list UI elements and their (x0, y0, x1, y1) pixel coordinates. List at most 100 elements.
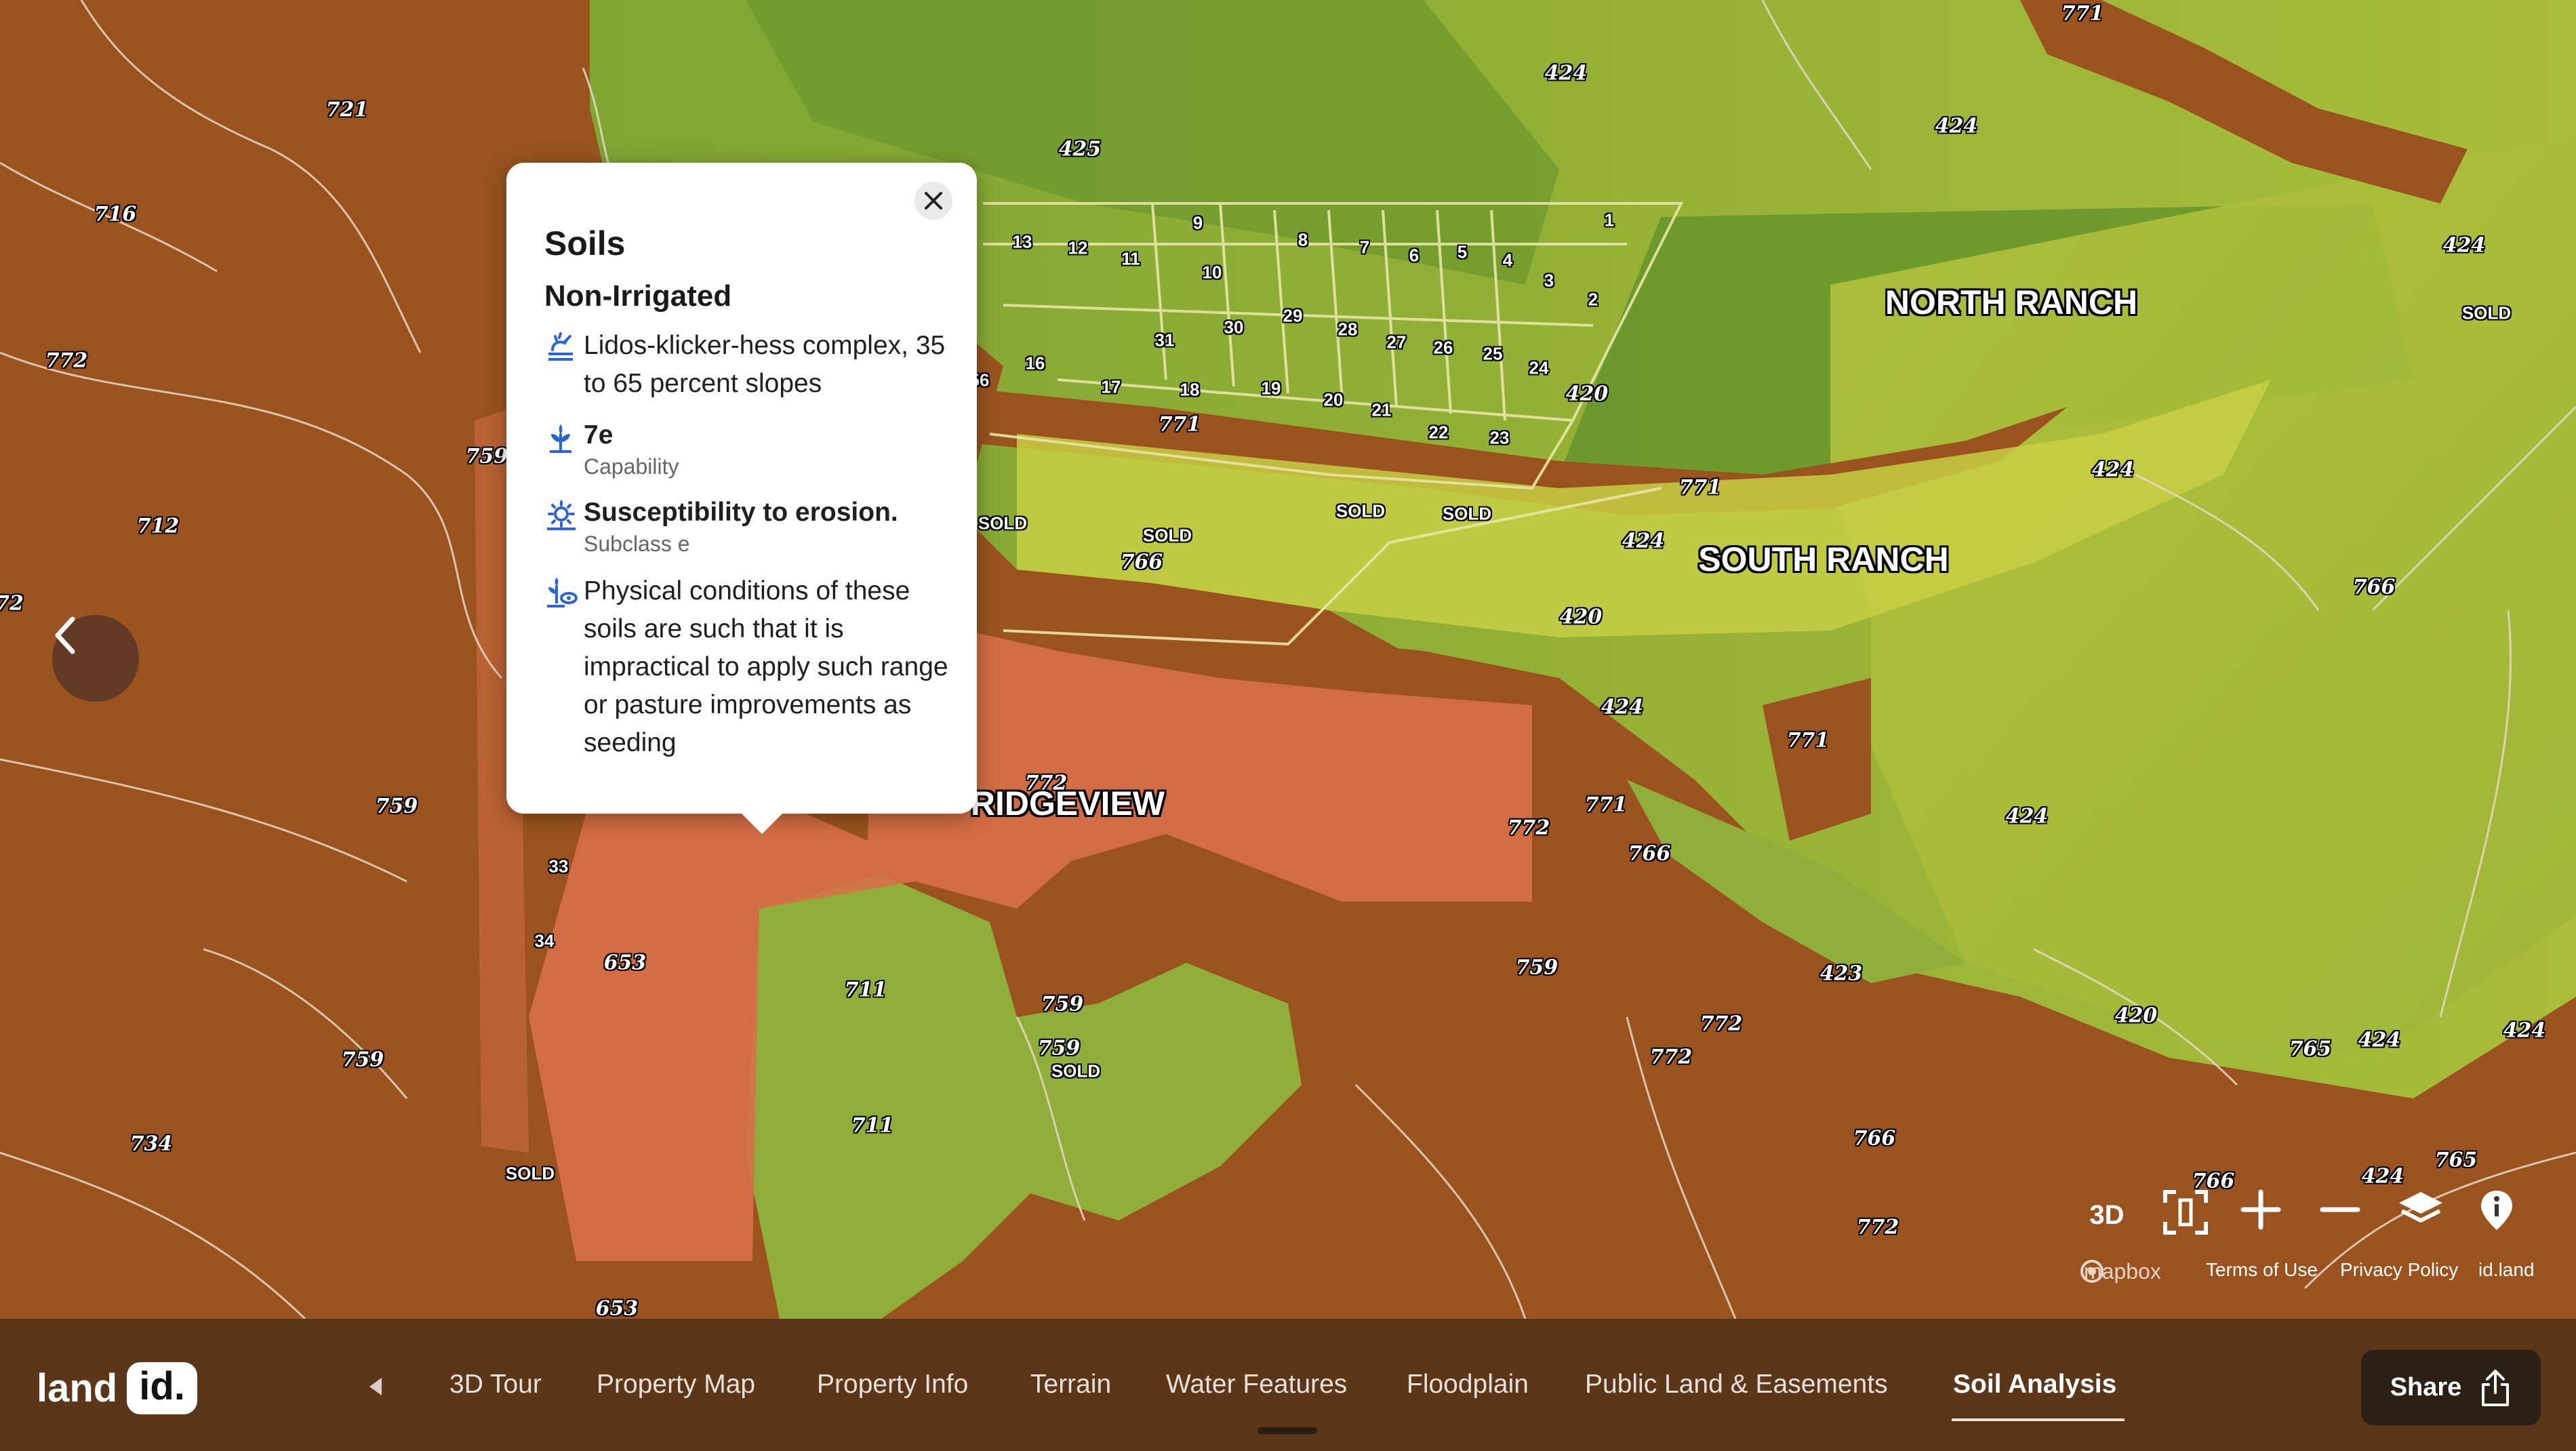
soil-label[interactable]: 759 (466, 445, 508, 469)
sold-label: SOLD (978, 513, 1028, 534)
soil-label[interactable]: 420 (2115, 1004, 2158, 1028)
tab-property-info[interactable]: Property Info (817, 1370, 968, 1399)
sold-label: SOLD (1335, 500, 1386, 521)
soil-label[interactable]: 424 (1622, 530, 1665, 553)
soil-label[interactable]: 759 (342, 1048, 384, 1072)
soil-label[interactable]: 771 (1159, 413, 1201, 437)
land-id-logo[interactable]: land id. (37, 1356, 197, 1420)
soil-label[interactable]: 424 (1601, 696, 1644, 719)
soil-label[interactable]: 425 (1059, 138, 1102, 161)
lot-label: 5 (1457, 241, 1468, 262)
active-tab-indicator (1952, 1418, 2125, 1421)
lot-label: 30 (1224, 317, 1244, 338)
soil-layers-icon (548, 332, 573, 361)
zoom-out-button[interactable] (2318, 1188, 2373, 1242)
fit-bounds-button[interactable] (2161, 1188, 2215, 1242)
soil-label[interactable]: 721 (326, 98, 369, 122)
close-popup-button[interactable] (914, 182, 952, 220)
soil-label[interactable]: 772 (1025, 772, 1068, 795)
soil-label[interactable]: 771 (1787, 729, 1830, 753)
lot-label: 31 (1154, 330, 1175, 351)
site-link[interactable]: id.land (2478, 1259, 2535, 1281)
info-pin-icon (2481, 1191, 2512, 1230)
close-icon (925, 192, 942, 210)
soil-label[interactable]: 759 (376, 795, 418, 818)
soil-label[interactable]: 424 (2092, 458, 2135, 482)
soil-label[interactable]: 420 (1560, 605, 1603, 629)
description-row: Physical conditions of these soils are s… (544, 572, 950, 762)
area-label-ridgeview: RIDGEVIEW (970, 784, 1165, 822)
3d-toggle-button[interactable]: 3D (2085, 1193, 2129, 1237)
erosion-subclass: Subclass e (584, 532, 690, 556)
soil-label[interactable]: 765 (2289, 1037, 2332, 1061)
soil-label[interactable]: 424 (1545, 62, 1588, 85)
previous-view-button[interactable] (52, 615, 139, 702)
soil-label[interactable]: 771 (1679, 476, 1722, 500)
privacy-link[interactable]: Privacy Policy (2340, 1259, 2458, 1281)
soil-label[interactable]: 771 (1585, 793, 1628, 817)
tab-soil-analysis[interactable]: Soil Analysis (1953, 1370, 2116, 1399)
lot-label: 33 (548, 856, 569, 877)
soil-label[interactable]: 759 (1516, 956, 1558, 980)
soil-label[interactable]: 766 (1121, 551, 1163, 574)
soil-label[interactable]: 424 (2358, 1029, 2401, 1052)
mapbox-attribution[interactable]: mapbox (2080, 1259, 2161, 1284)
soil-label[interactable]: 759 (1041, 993, 1084, 1016)
soil-label[interactable]: 72 (0, 592, 24, 616)
soil-label[interactable]: 424 (1935, 115, 1978, 138)
soil-label[interactable]: 772 (45, 349, 88, 373)
lot-label: 7 (1359, 237, 1370, 258)
capability-label: Capability (584, 454, 679, 479)
soil-label[interactable]: 424 (2443, 234, 2486, 258)
soil-label[interactable]: 420 (1566, 382, 1609, 406)
soil-label[interactable]: 772 (1857, 1216, 1899, 1239)
popup-title: Soils (544, 224, 626, 262)
share-button[interactable]: Share (2361, 1350, 2541, 1425)
soil-map[interactable]: NORTH RANCH SOUTH RANCH RIDGEVIEW 721 71… (0, 0, 2576, 1319)
plant-sprout-icon (550, 424, 571, 453)
popup-content[interactable]: Soils Non-Irrigated Lidos-klicker-hess c… (544, 224, 950, 793)
soil-label[interactable]: 766 (1628, 842, 1671, 866)
soil-label[interactable]: 734 (130, 1132, 173, 1156)
soil-label[interactable]: 423 (1820, 962, 1863, 986)
lot-label: 2 (1588, 289, 1598, 310)
soil-label[interactable]: 772 (1700, 1012, 1743, 1036)
tab-public-land-easements[interactable]: Public Land & Easements (1585, 1370, 1888, 1399)
tab-water-features[interactable]: Water Features (1166, 1370, 1347, 1399)
erosion-title: Susceptibility to erosion. (584, 498, 898, 527)
soil-label[interactable]: 766 (2353, 576, 2396, 599)
soil-label[interactable]: 653 (604, 951, 647, 975)
lot-label: 21 (1371, 399, 1392, 420)
lot-label: 19 (1261, 378, 1281, 399)
share-icon (2482, 1369, 2510, 1406)
soil-label[interactable]: 772 (1650, 1046, 1693, 1069)
drawer-handle[interactable] (1257, 1427, 1317, 1434)
soil-label[interactable]: 716 (94, 203, 137, 226)
zoom-in-button[interactable] (2239, 1188, 2293, 1242)
lot-label: 25 (1483, 343, 1503, 364)
chevron-left-icon (55, 616, 75, 654)
soil-label[interactable]: 711 (851, 1114, 894, 1138)
soil-label[interactable]: 765 (2435, 1149, 2478, 1172)
soil-description: Physical conditions of these soils are s… (584, 576, 948, 757)
tab-property-map[interactable]: Property Map (597, 1370, 755, 1399)
tab-floodplain[interactable]: Floodplain (1407, 1370, 1529, 1399)
focus-frame-icon (2163, 1190, 2208, 1235)
tab-terrain[interactable]: Terrain (1030, 1370, 1111, 1399)
soil-label[interactable]: 424 (2503, 1019, 2546, 1043)
soil-label[interactable]: 424 (2006, 805, 2049, 829)
layers-button[interactable] (2396, 1188, 2451, 1242)
tab-3d-tour[interactable]: 3D Tour (449, 1370, 542, 1399)
terms-link[interactable]: Terms of Use (2206, 1259, 2318, 1281)
soil-label[interactable]: 771 (2061, 2, 2104, 26)
soil-label[interactable]: 712 (137, 515, 180, 538)
soil-label[interactable]: 759 (1038, 1037, 1081, 1060)
soil-label[interactable]: 766 (1853, 1127, 1896, 1151)
info-button[interactable] (2478, 1188, 2532, 1242)
soil-label[interactable]: 653 (596, 1297, 639, 1319)
scroll-tabs-left-icon[interactable] (369, 1378, 382, 1395)
soil-label[interactable]: 424 (2362, 1165, 2404, 1189)
soil-label[interactable]: 772 (1508, 816, 1550, 840)
lot-label: 26 (1433, 337, 1453, 358)
soil-label[interactable]: 711 (845, 978, 887, 1002)
